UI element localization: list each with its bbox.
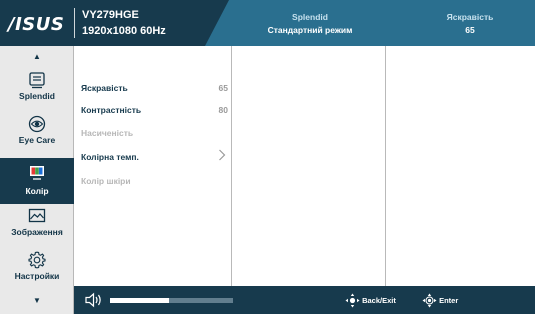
sidebar: ▲ Splendid Eye Care Колір Зображення Нас… [0, 46, 74, 314]
image-icon [0, 206, 74, 226]
column-divider [385, 46, 386, 286]
menu-item-contrast[interactable]: Контрастність 80 [81, 105, 228, 121]
menu-item-saturation: Насиченість [81, 128, 228, 144]
eye-icon [0, 114, 74, 134]
menu-item-label: Колір шкіри [81, 176, 131, 186]
sidebar-item-label: Splendid [19, 91, 55, 101]
color-icon [0, 163, 74, 183]
sidebar-item-settings[interactable]: Настройки [0, 250, 74, 294]
content-area: Яскравість 65 Контрастність 80 Насиченіс… [74, 46, 535, 286]
joystick-back-icon [345, 293, 360, 308]
header-brightness-label: Яскравість [446, 12, 494, 22]
menu-item-label: Колірна темп. [81, 152, 139, 162]
sidebar-item-color[interactable]: Колір [0, 158, 74, 204]
header-splendid-status: Splendid Стандартний режим [240, 12, 380, 35]
gear-icon [0, 250, 74, 270]
menu-item-value: 65 [218, 83, 228, 93]
sidebar-item-label: Зображення [11, 227, 63, 237]
scroll-down-arrow-icon[interactable]: ▼ [0, 296, 74, 305]
sidebar-item-splendid[interactable]: Splendid [0, 70, 74, 114]
sidebar-item-label: Eye Care [18, 135, 56, 145]
header-brightness-value: 65 [465, 25, 475, 35]
sidebar-item-label: Колір [25, 186, 49, 196]
column-divider [231, 46, 232, 286]
asus-logo: /ISUS [8, 14, 65, 35]
resolution-readout: 1920x1080 60Hz [82, 25, 166, 37]
back-exit-button[interactable]: Back/Exit [345, 293, 396, 308]
enter-button[interactable]: Enter [422, 293, 458, 308]
monitor-osd: /ISUS VY279HGE 1920x1080 60Hz Splendid С… [0, 0, 535, 314]
osd-footer: Back/Exit Enter [74, 286, 535, 314]
header-brightness-status: Яскравість 65 [420, 12, 520, 35]
back-exit-label: Back/Exit [362, 296, 396, 305]
menu-item-brightness[interactable]: Яскравість 65 [81, 83, 228, 99]
osd-header: /ISUS VY279HGE 1920x1080 60Hz Splendid С… [0, 0, 535, 46]
speaker-icon [84, 292, 104, 313]
sidebar-item-image[interactable]: Зображення [0, 206, 74, 250]
volume-slider-fill [110, 298, 170, 303]
model-name: VY279HGE [82, 9, 139, 21]
menu-item-label: Насиченість [81, 128, 134, 138]
enter-label: Enter [439, 296, 459, 305]
splendid-icon [0, 70, 74, 90]
header-splendid-value: Стандартний режим [267, 25, 353, 35]
volume-slider[interactable] [110, 298, 233, 303]
menu-item-label: Контрастність [81, 105, 142, 115]
header-divider [74, 8, 75, 38]
header-splendid-label: Splendid [292, 12, 328, 22]
menu-item-skin-tone: Колір шкіри [81, 176, 228, 192]
menu-item-label: Яскравість [81, 83, 128, 93]
sidebar-item-label: Настройки [14, 271, 60, 281]
sidebar-item-eye-care[interactable]: Eye Care [0, 114, 74, 158]
chevron-right-icon [218, 149, 226, 164]
scroll-up-arrow-icon[interactable]: ▲ [0, 52, 74, 61]
menu-item-color-temp[interactable]: Колірна темп. [81, 149, 228, 168]
joystick-enter-icon [422, 293, 437, 308]
menu-item-value: 80 [218, 105, 228, 115]
